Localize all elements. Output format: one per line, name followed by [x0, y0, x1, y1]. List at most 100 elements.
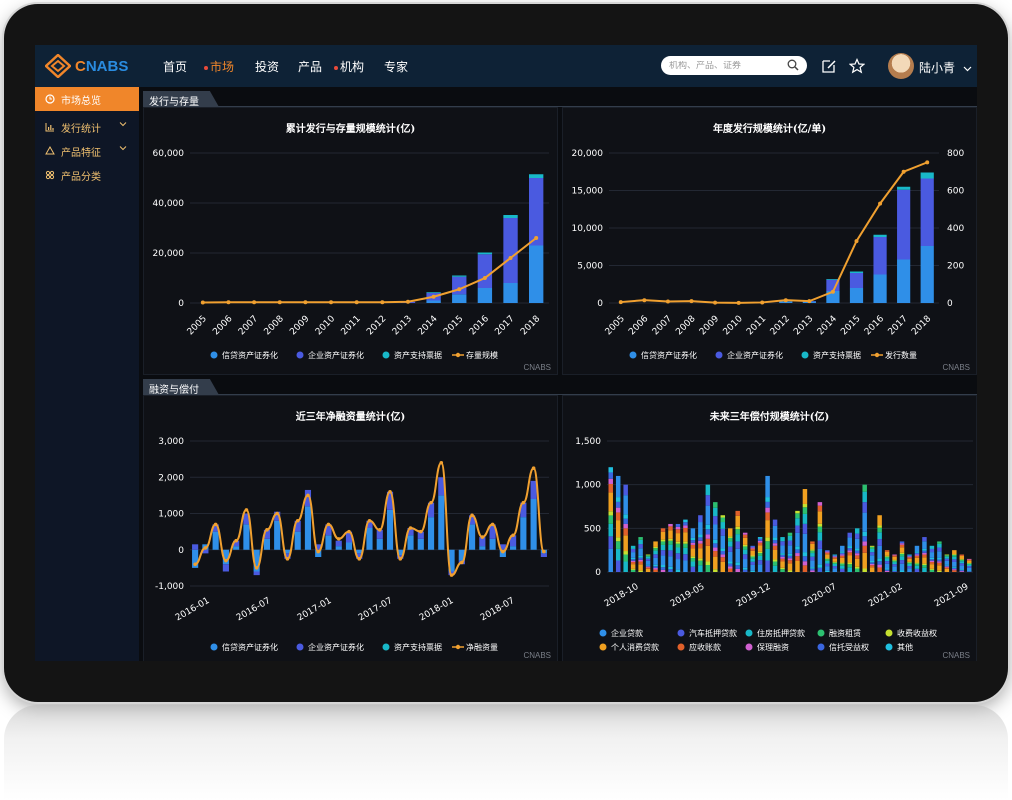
- bar-segment: [802, 489, 808, 504]
- legend-line-dot: [874, 352, 880, 358]
- bar: [212, 531, 219, 550]
- bar-segment: [615, 507, 621, 513]
- bar-segment: [825, 559, 830, 561]
- bar-segment: [660, 541, 666, 545]
- bar-segment: [780, 554, 785, 557]
- bar-segment: [742, 559, 748, 568]
- bar-segment: [645, 564, 651, 566]
- bar-segment: [787, 545, 793, 554]
- bar: [407, 535, 414, 550]
- bar-segment: [683, 560, 688, 572]
- bar-segment: [780, 537, 785, 542]
- bar-segment: [802, 561, 808, 566]
- search-input[interactable]: [669, 60, 779, 71]
- legend-marker: [885, 643, 893, 651]
- x-tick-label: 2017-01: [296, 596, 334, 623]
- bar-segment: [825, 554, 830, 559]
- bar: [426, 300, 441, 303]
- line-point: [405, 299, 410, 304]
- sidebar-item-label: 产品特征: [61, 147, 101, 159]
- x-tick-label: 2008: [674, 314, 697, 337]
- bar-segment: [750, 548, 755, 551]
- bar-segment: [967, 566, 972, 568]
- bar-segment: [668, 526, 673, 531]
- nav-item-market[interactable]: 市场: [204, 58, 234, 75]
- bar-segment: [772, 519, 778, 526]
- section-tab-financing[interactable]: 融资与偿付: [143, 379, 219, 395]
- bar-segment: [944, 566, 950, 568]
- bar-segment: [742, 534, 748, 538]
- nav-item-home[interactable]: 首页: [163, 58, 187, 75]
- bar-segment: [795, 513, 800, 519]
- bar-segment: [922, 565, 927, 568]
- bar-segment: [802, 523, 808, 534]
- bar-segment: [653, 554, 658, 558]
- bar-segment: [757, 545, 763, 552]
- bar-segment: [832, 558, 838, 562]
- star-icon[interactable]: [849, 58, 865, 74]
- bar-segment: [772, 565, 778, 572]
- sidebar-item-product-features[interactable]: 产品特征: [35, 139, 139, 163]
- bar-segment: [795, 553, 800, 557]
- x-tick-label: 2010: [721, 314, 744, 337]
- line-point: [521, 500, 526, 505]
- bar-segment: [922, 552, 927, 555]
- line-point: [713, 300, 718, 305]
- section-tab-issuance[interactable]: 发行与存量: [143, 91, 219, 107]
- y-tick-label: 1,000: [575, 481, 601, 491]
- edit-icon[interactable]: [821, 58, 837, 74]
- bar-segment: [675, 559, 681, 570]
- bar-segment: [705, 529, 711, 535]
- legend-label: 融资租赁: [829, 628, 861, 638]
- bar-segment: [832, 566, 838, 569]
- bar-segment: [668, 523, 673, 527]
- bar: [335, 540, 342, 547]
- bar-segment: [810, 549, 815, 551]
- legend-label: 净融资量: [466, 642, 498, 652]
- bar-segment: [608, 511, 613, 516]
- bar-segment: [608, 548, 613, 572]
- cnabs-logo[interactable]: CNABS: [45, 54, 128, 78]
- bar-segment: [884, 561, 890, 564]
- bar-segment: [914, 563, 920, 566]
- legend-label: 企业资产证券化: [308, 642, 364, 652]
- bar-segment: [899, 544, 905, 548]
- y-tick-label: 5,000: [577, 262, 603, 272]
- bar-segment: [847, 555, 852, 563]
- bar-segment: [683, 532, 688, 542]
- user-avatar[interactable]: [888, 53, 914, 79]
- bar-segment: [750, 561, 755, 565]
- legend-label: 信贷资产证券化: [641, 350, 697, 360]
- y-tick-label: 40,000: [153, 199, 185, 209]
- bar-segment: [638, 557, 643, 560]
- bar-segment: [937, 551, 942, 558]
- sidebar-item-market-overview[interactable]: 市场总览: [35, 87, 139, 111]
- bar-segment: [780, 569, 785, 572]
- search-icon[interactable]: [787, 59, 799, 71]
- bar-segment: [944, 560, 950, 565]
- sidebar-item-product-classification[interactable]: 产品分类: [35, 163, 139, 187]
- bar-segment: [720, 557, 726, 562]
- nav-item-expert[interactable]: 专家: [384, 58, 408, 75]
- bar-segment: [683, 554, 688, 561]
- sidebar-item-issuance-stats[interactable]: 发行统计: [35, 115, 139, 139]
- bar-segment: [877, 515, 882, 526]
- user-name[interactable]: 陆小青: [919, 59, 972, 76]
- bar-segment: [877, 532, 882, 540]
- bar-segment: [929, 548, 935, 553]
- bar-segment: [705, 505, 711, 525]
- bar-segment: [653, 569, 658, 572]
- bar-segment: [892, 564, 897, 567]
- sidebar-item-label: 发行统计: [61, 123, 101, 135]
- bar-segment: [825, 558, 830, 560]
- net-financing-chart-svg: -1,000 0 1,000 2,000 3,000 2016-01 2016-07 2017…: [155, 437, 549, 652]
- bar-segment: [929, 564, 935, 569]
- bar-segment: [877, 527, 882, 533]
- nav-item-product[interactable]: 产品: [298, 58, 322, 75]
- line-point: [783, 298, 788, 303]
- nav-item-investment[interactable]: 投资: [255, 58, 279, 75]
- bar-segment: [787, 553, 793, 556]
- nav-item-institution[interactable]: 机构: [334, 58, 364, 75]
- bar-segment: [787, 540, 793, 546]
- bar-segment: [623, 518, 628, 524]
